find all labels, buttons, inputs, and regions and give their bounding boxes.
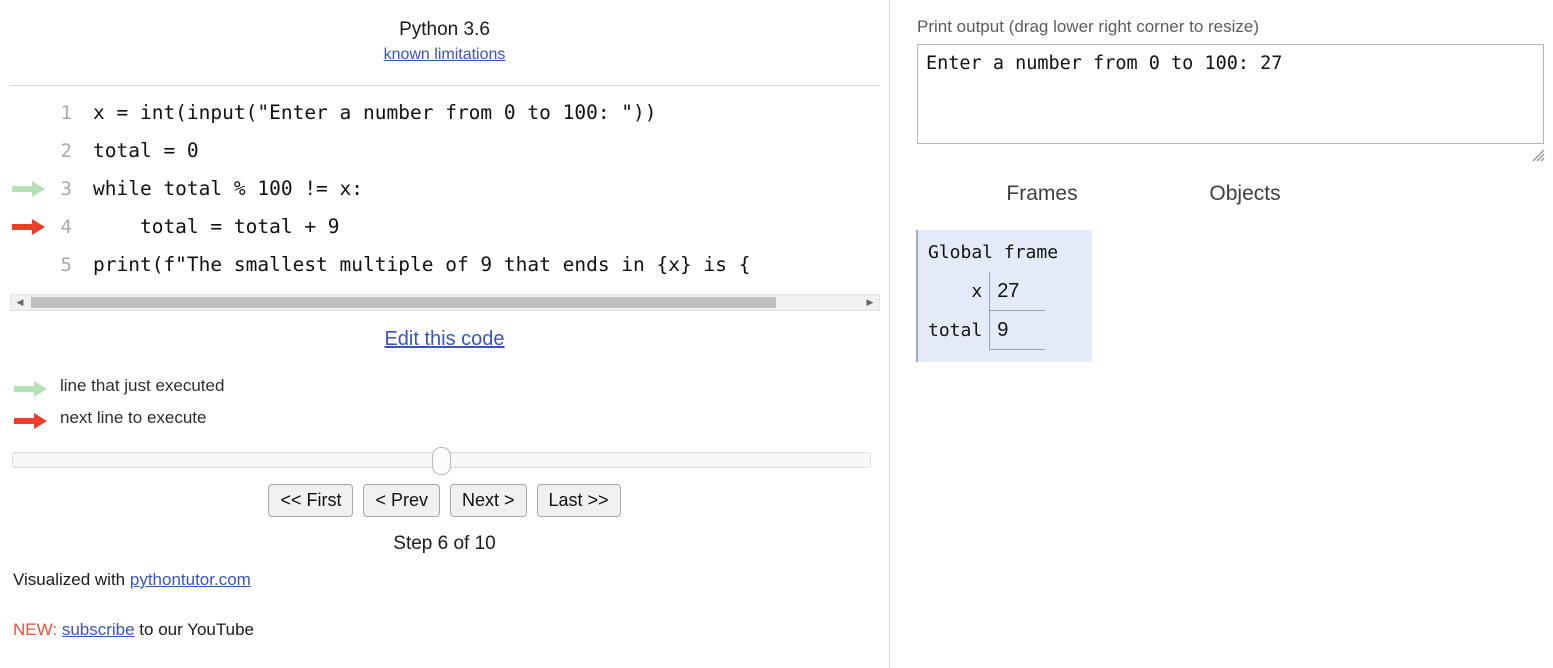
scrollbar-thumb[interactable] [31, 297, 776, 308]
code-pane: Python 3.6 known limitations 1 x = int(i… [0, 0, 889, 668]
line-number: 1 [60, 102, 72, 124]
footer-announcement: NEW: subscribe to our YouTube [13, 620, 254, 640]
step-navigation: << First < Prev Next > Last >> [0, 484, 889, 517]
footer-credit: Visualized with pythontutor.com [13, 570, 251, 590]
footer-credit-text: Visualized with [13, 570, 130, 589]
legend-label-next: next line to execute [60, 408, 207, 427]
line-marker-slot [12, 132, 46, 170]
code-display: 1 x = int(input("Enter a number from 0 t… [0, 94, 889, 290]
legend-label-executed: line that just executed [60, 376, 225, 395]
next-step-button[interactable]: Next > [449, 484, 527, 517]
step-counter: Step 6 of 10 [393, 533, 496, 554]
just-executed-arrow-icon [12, 181, 46, 197]
line-marker-slot [12, 208, 46, 246]
slider-handle[interactable] [432, 447, 451, 475]
variable-value: 9 [989, 310, 1046, 350]
just-executed-arrow-icon [14, 381, 48, 397]
variable-name: x [971, 280, 983, 302]
youtube-text: to our YouTube [134, 620, 254, 639]
scroll-right-arrow-icon[interactable]: ▶ [862, 295, 878, 310]
first-step-button[interactable]: << First [268, 484, 354, 517]
print-output-label: Print output (drag lower right corner to… [917, 17, 1260, 36]
global-frame: Global frame x 27 total 9 [916, 230, 1092, 362]
new-badge: NEW: [13, 620, 62, 639]
language-title: Python 3.6 [399, 19, 490, 40]
line-marker-slot [12, 94, 46, 132]
variable-row: total 9 [928, 310, 1046, 350]
known-limitations-link[interactable]: known limitations [384, 45, 506, 65]
last-step-button[interactable]: Last >> [536, 484, 621, 517]
code-line: 1 x = int(input("Enter a number from 0 t… [0, 94, 889, 132]
line-marker-slot [12, 170, 46, 208]
line-number: 2 [60, 140, 72, 162]
python-tutor-visualizer: Python 3.6 known limitations 1 x = int(i… [0, 0, 1553, 668]
edit-code-wrap: Edit this code [0, 328, 889, 351]
resize-handle-icon[interactable] [1531, 148, 1545, 162]
variable-value: 27 [989, 272, 1046, 311]
next-line-arrow-icon [14, 413, 48, 429]
variable-table: x 27 total 9 [928, 272, 1046, 350]
line-code: x = int(input("Enter a number from 0 to … [93, 101, 657, 124]
header-divider [10, 85, 880, 86]
line-number: 3 [60, 178, 72, 200]
line-number: 5 [60, 254, 72, 276]
code-line-next: 4 total = total + 9 [0, 208, 889, 246]
code-line: 5 print(f"The smallest multiple of 9 tha… [0, 246, 889, 284]
line-code: while total % 100 != x: [93, 177, 364, 200]
scroll-left-arrow-icon[interactable]: ◀ [12, 295, 28, 310]
legend-marker-slot [14, 402, 48, 440]
edit-this-code-link[interactable]: Edit this code [384, 328, 504, 350]
execution-step-slider[interactable] [12, 447, 871, 475]
variable-row: x 27 [928, 272, 1046, 311]
language-header: Python 3.6 known limitations [0, 18, 889, 65]
code-line-executed: 3 while total % 100 != x: [0, 170, 889, 208]
frame-title: Global frame [928, 242, 1059, 263]
prev-step-button[interactable]: < Prev [363, 484, 440, 517]
line-number: 4 [60, 216, 72, 238]
objects-column-header: Objects [1209, 182, 1281, 205]
code-line: 2 total = 0 [0, 132, 889, 170]
line-code: print(f"The smallest multiple of 9 that … [93, 253, 751, 276]
next-line-arrow-icon [12, 219, 46, 235]
line-code: total = 0 [93, 139, 199, 162]
pythontutor-link[interactable]: pythontutor.com [130, 570, 251, 589]
code-horizontal-scrollbar[interactable]: ◀ ▶ [10, 294, 880, 311]
subscribe-link[interactable]: subscribe [62, 620, 135, 639]
print-output-textarea[interactable]: Enter a number from 0 to 100: 27 [917, 44, 1544, 144]
line-code: total = total + 9 [93, 215, 340, 238]
variable-name: total [928, 319, 983, 341]
line-marker-slot [12, 246, 46, 284]
